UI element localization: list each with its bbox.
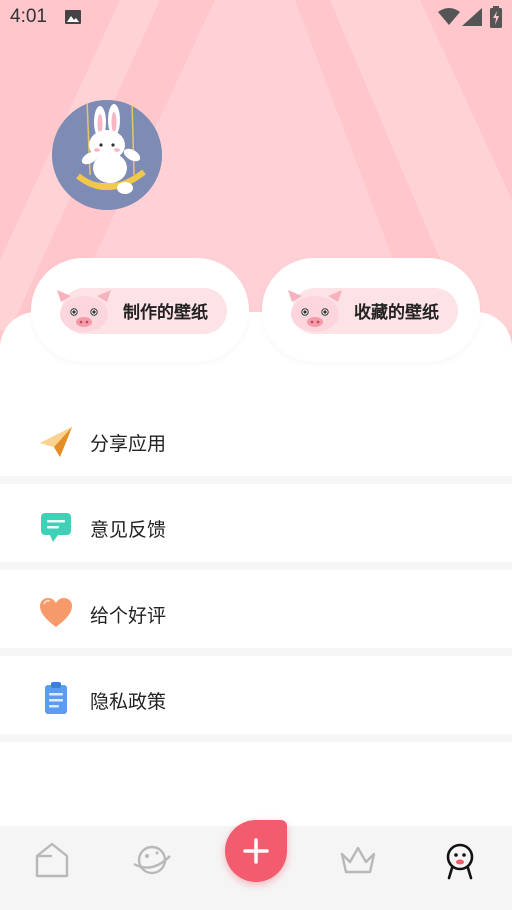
crown-icon[interactable]: [338, 840, 378, 880]
paper-plane-icon: [40, 427, 72, 457]
pig-icon: [288, 290, 342, 332]
planet-icon[interactable]: [132, 840, 172, 880]
wifi-icon: [438, 8, 460, 25]
menu-item-label: 隐私政策: [90, 691, 167, 713]
heart-icon: [40, 598, 72, 627]
favorite-wallpapers-label: 收藏的壁纸: [354, 303, 439, 323]
avatar[interactable]: [52, 100, 162, 210]
bunny-on-swing-avatar: [52, 100, 162, 210]
add-icon: [243, 838, 269, 864]
chat-bubble-icon: [41, 513, 71, 542]
menu-item-feedback[interactable]: 意见反馈: [0, 484, 512, 570]
profile-icon[interactable]: [440, 840, 480, 880]
favorite-wallpapers-button[interactable]: 收藏的壁纸: [262, 258, 480, 362]
settings-menu: 分享应用 意见反馈 给个好评 隐私政策: [0, 398, 512, 742]
battery-icon: [490, 6, 502, 28]
menu-item-privacy-policy[interactable]: 隐私政策: [0, 656, 512, 742]
image-notification-icon: [65, 10, 81, 24]
menu-item-label: 意见反馈: [90, 519, 167, 541]
home-icon[interactable]: [32, 840, 72, 880]
menu-item-label: 分享应用: [90, 433, 167, 455]
my-wallpapers-button[interactable]: 制作的壁纸: [31, 258, 249, 362]
my-wallpapers-label: 制作的壁纸: [123, 303, 208, 323]
signal-icon: [462, 8, 482, 26]
menu-item-share-app[interactable]: 分享应用: [0, 398, 512, 484]
pig-icon: [57, 290, 111, 332]
menu-item-rate-app[interactable]: 给个好评: [0, 570, 512, 656]
add-button[interactable]: [225, 820, 287, 882]
menu-item-label: 给个好评: [90, 605, 167, 627]
status-time: 4:01: [10, 6, 47, 27]
clipboard-icon: [45, 682, 67, 714]
status-bar: 4:01: [0, 0, 512, 34]
